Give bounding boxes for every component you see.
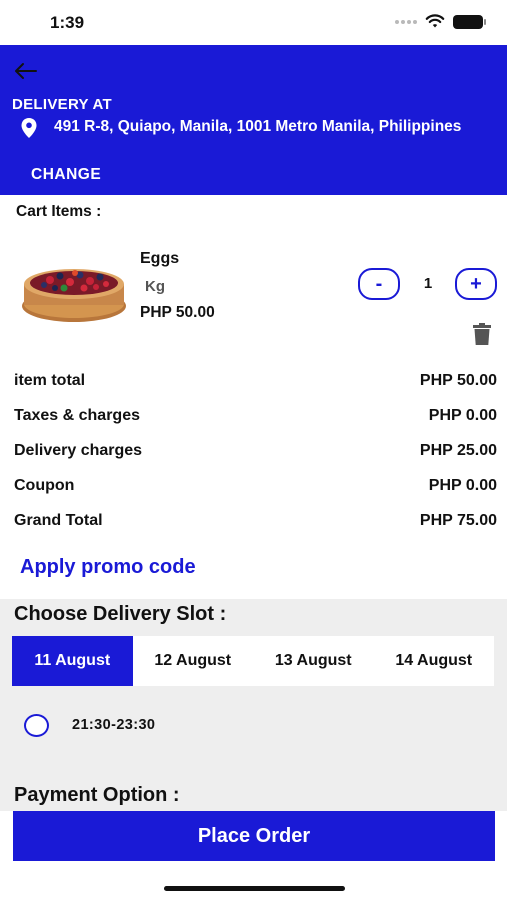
apply-promo-code-link[interactable]: Apply promo code bbox=[20, 556, 196, 579]
summary-label: Grand Total bbox=[14, 512, 103, 529]
signal-icon bbox=[395, 19, 417, 24]
time-slot-label: 21:30-23:30 bbox=[72, 717, 156, 733]
summary-label: item total bbox=[14, 372, 86, 389]
quantity-value: 1 bbox=[423, 275, 433, 292]
summary-row-delivery-charges: Delivery charges PHP 25.00 bbox=[14, 442, 497, 460]
cart-items-title: Cart Items : bbox=[16, 203, 102, 220]
date-tab-14-august[interactable]: 14 August bbox=[374, 636, 495, 686]
summary-row-taxes: Taxes & charges PHP 0.00 bbox=[14, 407, 497, 425]
product-image bbox=[22, 269, 126, 322]
summary-row-coupon: Coupon PHP 0.00 bbox=[14, 477, 497, 495]
delivery-slot-section: Choose Delivery Slot : 11 August 12 Augu… bbox=[0, 599, 507, 811]
location-pin-icon bbox=[21, 118, 37, 138]
date-tab-13-august[interactable]: 13 August bbox=[253, 636, 374, 686]
time-slot-radio[interactable] bbox=[24, 714, 49, 737]
summary-value: PHP 0.00 bbox=[428, 477, 497, 494]
summary-value: PHP 50.00 bbox=[419, 372, 497, 389]
delivery-header: DELIVERY AT 491 R-8, Quiapo, Manila, 100… bbox=[0, 45, 507, 195]
product-name: Eggs bbox=[140, 250, 180, 267]
trash-icon[interactable] bbox=[472, 322, 492, 346]
payment-option-title: Payment Option : bbox=[14, 784, 180, 806]
summary-value: PHP 25.00 bbox=[419, 442, 497, 459]
increase-quantity-button[interactable]: + bbox=[455, 268, 497, 300]
status-bar: 1:39 bbox=[0, 0, 507, 45]
back-arrow-icon[interactable] bbox=[10, 57, 42, 85]
battery-icon bbox=[453, 14, 486, 29]
product-price: PHP 50.00 bbox=[140, 304, 215, 321]
place-order-button[interactable]: Place Order bbox=[13, 811, 495, 861]
decrease-quantity-button[interactable]: - bbox=[358, 268, 400, 300]
summary-label: Coupon bbox=[14, 477, 75, 494]
summary-row-grand-total: Grand Total PHP 75.00 bbox=[14, 512, 497, 530]
wifi-icon bbox=[425, 14, 445, 28]
date-tab-12-august[interactable]: 12 August bbox=[133, 636, 254, 686]
delivery-slot-title: Choose Delivery Slot : bbox=[14, 603, 227, 625]
date-tab-11-august[interactable]: 11 August bbox=[12, 636, 133, 686]
home-indicator[interactable] bbox=[164, 886, 345, 891]
summary-row-item-total: item total PHP 50.00 bbox=[14, 372, 497, 390]
delivery-address: 491 R-8, Quiapo, Manila, 1001 Metro Mani… bbox=[54, 118, 462, 135]
summary-value: PHP 75.00 bbox=[419, 512, 497, 529]
product-unit: Kg bbox=[145, 278, 165, 295]
summary-value: PHP 0.00 bbox=[428, 407, 497, 424]
summary-label: Delivery charges bbox=[14, 442, 143, 459]
change-address-button[interactable]: CHANGE bbox=[31, 166, 101, 184]
status-icons bbox=[395, 14, 486, 29]
summary-label: Taxes & charges bbox=[14, 407, 140, 424]
status-time: 1:39 bbox=[50, 13, 85, 32]
delivery-at-label: DELIVERY AT bbox=[12, 96, 112, 113]
date-tabs: 11 August 12 August 13 August 14 August bbox=[12, 636, 494, 686]
